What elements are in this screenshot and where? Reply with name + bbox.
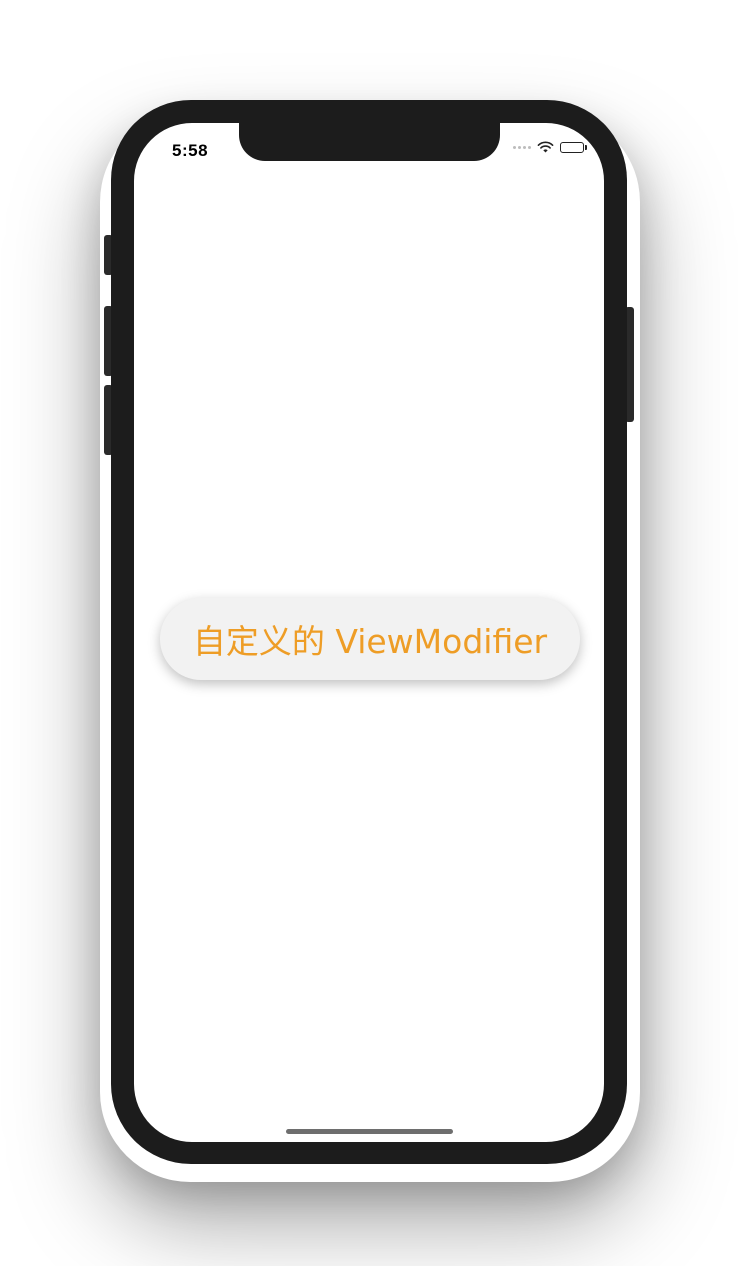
status-icons — [513, 141, 587, 153]
cellular-signal-icon — [513, 145, 531, 149]
status-time: 5:58 — [172, 141, 209, 160]
wifi-icon — [537, 141, 554, 153]
home-indicator[interactable] — [286, 1129, 453, 1134]
battery-icon — [560, 141, 587, 153]
notch — [239, 123, 500, 161]
phone-screen: 5:58 自定义的 ViewModifier — [134, 123, 604, 1142]
custom-view-modifier-button[interactable]: 自定义的 ViewModifier — [160, 598, 580, 680]
modifier-label: 自定义的 ViewModifier — [192, 622, 548, 661]
